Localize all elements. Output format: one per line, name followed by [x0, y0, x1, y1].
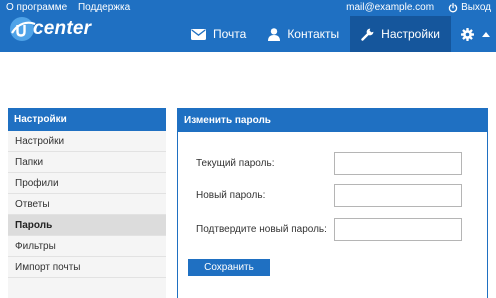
new-password-input[interactable]: [334, 184, 462, 207]
new-password-label: Новый пароль:: [196, 190, 266, 201]
logout-label: Выход: [461, 2, 491, 13]
nav-mail[interactable]: Почта: [180, 16, 257, 52]
main-nav: Почта Контакты Настройки: [180, 16, 496, 52]
save-button[interactable]: Сохранить: [188, 259, 270, 276]
logout-button[interactable]: Выход: [448, 2, 491, 13]
logo[interactable]: center: [8, 15, 91, 43]
sidebar-footer: [8, 278, 166, 298]
sidebar-item-import-mail[interactable]: Импорт почты: [8, 257, 166, 278]
sidebar-item-filters[interactable]: Фильтры: [8, 236, 166, 257]
nav-settings[interactable]: Настройки: [350, 16, 451, 52]
settings-sidebar: Настройки Настройки Папки Профили Ответы…: [8, 108, 166, 298]
caret-up-icon: [482, 31, 490, 37]
confirm-password-input[interactable]: [334, 218, 462, 241]
current-password-input[interactable]: [334, 152, 462, 175]
confirm-password-row: Подтвердите новый пароль:: [196, 218, 462, 241]
panel-title: Изменить пароль: [178, 109, 487, 132]
gear-icon: [461, 27, 474, 41]
change-password-panel: Изменить пароль Текущий пароль: Новый па…: [177, 108, 488, 298]
new-password-row: Новый пароль:: [196, 184, 462, 207]
account-email[interactable]: mail@example.com: [346, 2, 434, 13]
logo-mark-icon: [10, 17, 36, 41]
sidebar-list: Настройки Папки Профили Ответы Пароль Фи…: [8, 131, 166, 278]
sidebar-item-folders[interactable]: Папки: [8, 152, 166, 173]
logo-text: center: [33, 18, 92, 39]
nav-contacts[interactable]: Контакты: [257, 16, 350, 52]
current-password-row: Текущий пароль:: [196, 152, 462, 175]
nav-mail-label: Почта: [212, 27, 247, 41]
sidebar-item-profiles[interactable]: Профили: [8, 173, 166, 194]
power-icon: [448, 2, 458, 12]
sidebar-title: Настройки: [8, 108, 166, 131]
sidebar-item-settings[interactable]: Настройки: [8, 131, 166, 152]
settings-menu-toggle[interactable]: [451, 16, 496, 52]
account-area: mail@example.com Выход: [346, 2, 491, 13]
confirm-password-label: Подтвердите новый пароль:: [196, 224, 327, 235]
top-links: О программе Поддержка: [6, 2, 138, 13]
nav-contacts-label: Контакты: [287, 27, 340, 41]
envelope-icon: [190, 28, 206, 40]
sidebar-item-replies[interactable]: Ответы: [8, 194, 166, 215]
nav-settings-label: Настройки: [381, 27, 440, 41]
wrench-icon: [361, 28, 374, 41]
sidebar-item-password[interactable]: Пароль: [8, 215, 166, 236]
support-link[interactable]: Поддержка: [78, 2, 130, 13]
user-icon: [268, 27, 281, 41]
current-password-label: Текущий пароль:: [196, 158, 275, 169]
app-header: О программе Поддержка mail@example.com В…: [0, 0, 496, 52]
about-link[interactable]: О программе: [6, 2, 67, 13]
